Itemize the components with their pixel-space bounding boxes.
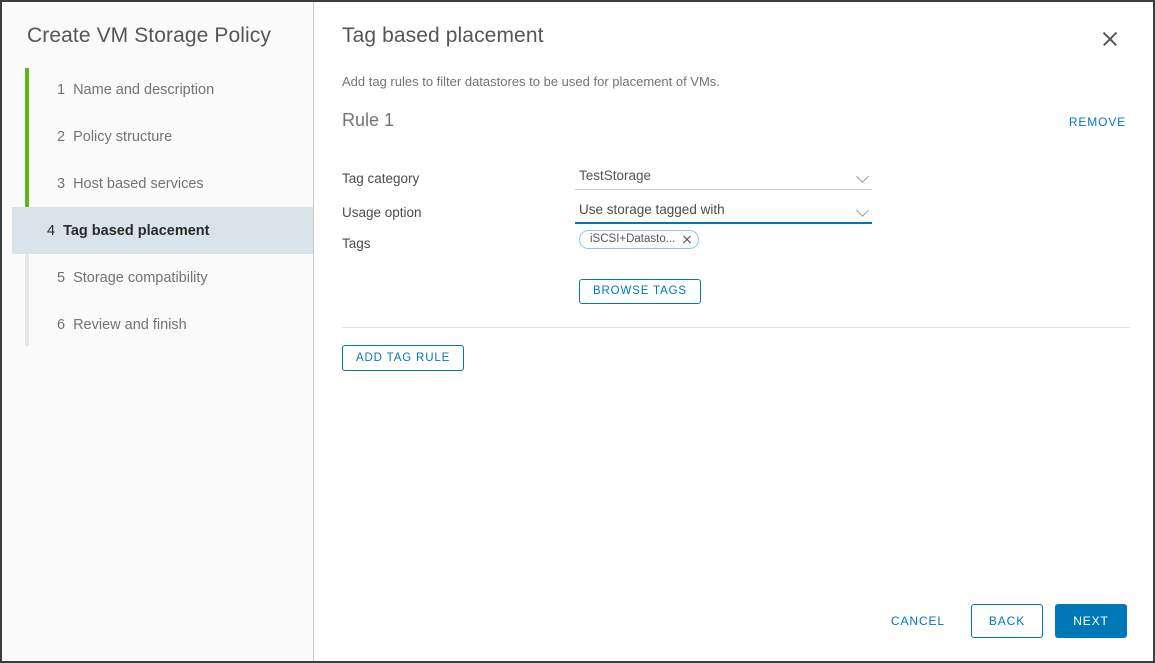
step-number: 6 xyxy=(57,317,65,333)
cancel-button[interactable]: CANCEL xyxy=(877,604,959,638)
step-label: Tag based placement xyxy=(63,223,209,239)
sidebar-item-policy-structure[interactable]: 2 Policy structure xyxy=(12,113,313,160)
sidebar-item-name-and-description[interactable]: 1 Name and description xyxy=(12,66,313,113)
usage-option-row: Usage option xyxy=(342,195,1153,229)
create-vm-storage-policy-dialog: Create VM Storage Policy 1 Name and desc… xyxy=(2,2,1153,661)
close-icon[interactable] xyxy=(1097,26,1123,52)
main-header: Tag based placement xyxy=(314,2,1153,52)
rule-title: Rule 1 xyxy=(342,110,394,131)
browse-tags-button[interactable]: BROWSE TAGS xyxy=(579,279,701,304)
step-number: 2 xyxy=(57,129,65,145)
page-title: Tag based placement xyxy=(342,24,544,48)
step-label: Name and description xyxy=(73,82,214,98)
sidebar-item-host-based-services[interactable]: 3 Host based services xyxy=(12,160,313,207)
back-button[interactable]: BACK xyxy=(971,604,1043,638)
sidebar-item-tag-based-placement[interactable]: 4 Tag based placement xyxy=(12,207,313,254)
step-number: 5 xyxy=(57,270,65,286)
usage-option-select[interactable] xyxy=(575,199,872,224)
tag-category-label: Tag category xyxy=(342,171,575,186)
tag-category-select[interactable] xyxy=(575,165,872,190)
wizard-title: Create VM Storage Policy xyxy=(2,2,313,48)
add-tag-rule-wrap: ADD TAG RULE xyxy=(342,345,1153,371)
next-button[interactable]: NEXT xyxy=(1055,604,1127,638)
tags-row: Tags iSCSI+Datasto... xyxy=(342,229,1153,265)
usage-option-label: Usage option xyxy=(342,205,575,220)
content-spacer xyxy=(314,371,1153,604)
tag-category-select-wrap xyxy=(575,165,872,191)
section-divider xyxy=(342,327,1130,328)
page-description: Add tag rules to filter datastores to be… xyxy=(314,52,1153,89)
tag-chip[interactable]: iSCSI+Datasto... xyxy=(579,230,699,249)
tag-rule-form: Tag category Usage option Tags iSCSI+Dat… xyxy=(342,161,1153,304)
remove-tag-icon[interactable] xyxy=(682,235,691,244)
tag-category-row: Tag category xyxy=(342,161,1153,195)
step-number: 4 xyxy=(47,223,55,239)
rule-header: Rule 1 REMOVE xyxy=(342,110,1126,131)
sidebar-item-review-and-finish[interactable]: 6 Review and finish xyxy=(12,301,313,348)
wizard-sidebar: Create VM Storage Policy 1 Name and desc… xyxy=(2,2,314,661)
sidebar-item-storage-compatibility[interactable]: 5 Storage compatibility xyxy=(12,254,313,301)
add-tag-rule-button[interactable]: ADD TAG RULE xyxy=(342,345,464,371)
step-label: Review and finish xyxy=(73,317,187,333)
tags-label: Tags xyxy=(342,229,575,251)
step-label: Storage compatibility xyxy=(73,270,208,286)
usage-option-select-wrap xyxy=(575,199,872,225)
browse-tags-wrap: BROWSE TAGS xyxy=(575,279,1153,304)
step-number: 3 xyxy=(57,176,65,192)
wizard-steps: 1 Name and description 2 Policy structur… xyxy=(2,66,313,348)
step-label: Host based services xyxy=(73,176,204,192)
remove-rule-button[interactable]: REMOVE xyxy=(1069,115,1126,129)
step-number: 1 xyxy=(57,82,65,98)
step-label: Policy structure xyxy=(73,129,172,145)
main-content: Tag based placement Add tag rules to fil… xyxy=(314,2,1153,661)
tag-chip-label: iSCSI+Datasto... xyxy=(590,233,675,245)
tag-chip-list: iSCSI+Datasto... xyxy=(575,229,699,249)
wizard-footer: CANCEL BACK NEXT xyxy=(314,604,1153,661)
